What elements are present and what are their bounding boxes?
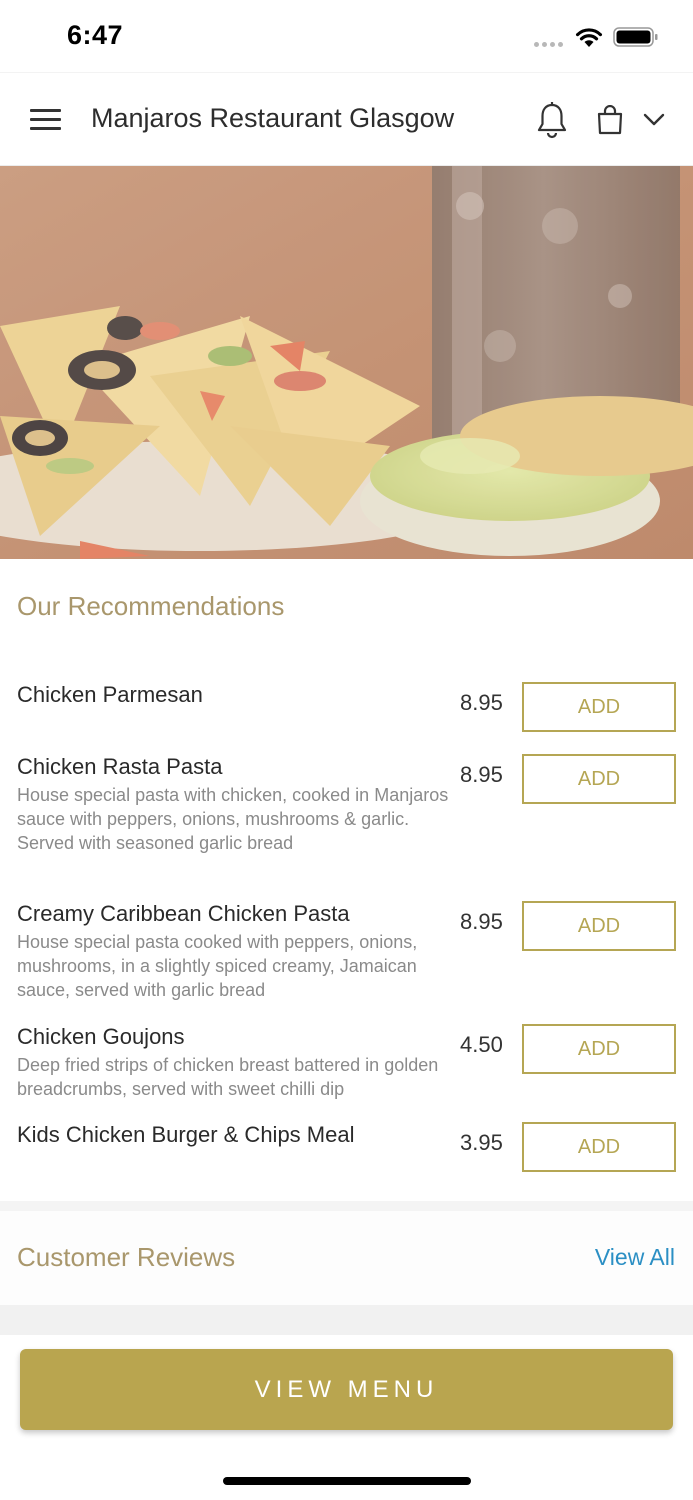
item-name: Creamy Caribbean Chicken Pasta	[17, 901, 350, 926]
status-bar: 6:47	[0, 0, 693, 72]
wifi-icon	[576, 28, 602, 47]
item-price: 8.95	[460, 909, 503, 934]
reviews-title: Customer Reviews	[17, 1242, 236, 1272]
section-divider	[0, 1305, 693, 1335]
add-button[interactable]: ADD	[522, 682, 676, 732]
add-button[interactable]: ADD	[522, 754, 676, 804]
app-header: Manjaros Restaurant Glasgow	[0, 72, 693, 166]
hamburger-menu-icon[interactable]	[30, 109, 61, 131]
hero-image	[0, 166, 693, 559]
chevron-down-icon[interactable]	[643, 113, 665, 127]
item-price: 4.50	[460, 1032, 503, 1057]
item-name: Chicken Parmesan	[17, 682, 203, 707]
restaurant-title: Manjaros Restaurant Glasgow	[91, 103, 455, 133]
item-description: Deep fried strips of chicken breast batt…	[17, 1055, 439, 1100]
item-name: Chicken Goujons	[17, 1024, 185, 1049]
add-button[interactable]: ADD	[522, 1122, 676, 1172]
battery-icon	[613, 27, 658, 47]
item-price: 8.95	[460, 762, 503, 787]
status-time: 6:47	[67, 20, 124, 50]
item-description: House special pasta cooked with peppers,…	[17, 932, 418, 1001]
home-indicator	[223, 1477, 471, 1485]
bell-icon[interactable]	[536, 101, 568, 139]
view-all-link[interactable]: View All	[595, 1244, 675, 1271]
item-price: 8.95	[460, 690, 503, 715]
shopping-bag-icon[interactable]	[596, 105, 624, 135]
section-divider	[0, 1201, 693, 1211]
item-description: House special pasta with chicken, cooked…	[17, 785, 449, 854]
customer-reviews-section: Customer Reviews View All	[0, 1211, 693, 1305]
cellular-signal-icon	[534, 42, 563, 47]
recommendations-title: Our Recommendations	[17, 591, 285, 621]
item-price: 3.95	[460, 1130, 503, 1155]
view-menu-button[interactable]: VIEW MENU	[20, 1349, 673, 1430]
add-button[interactable]: ADD	[522, 901, 676, 951]
add-button[interactable]: ADD	[522, 1024, 676, 1074]
item-name: Chicken Rasta Pasta	[17, 754, 223, 779]
item-name: Kids Chicken Burger & Chips Meal	[17, 1122, 355, 1147]
